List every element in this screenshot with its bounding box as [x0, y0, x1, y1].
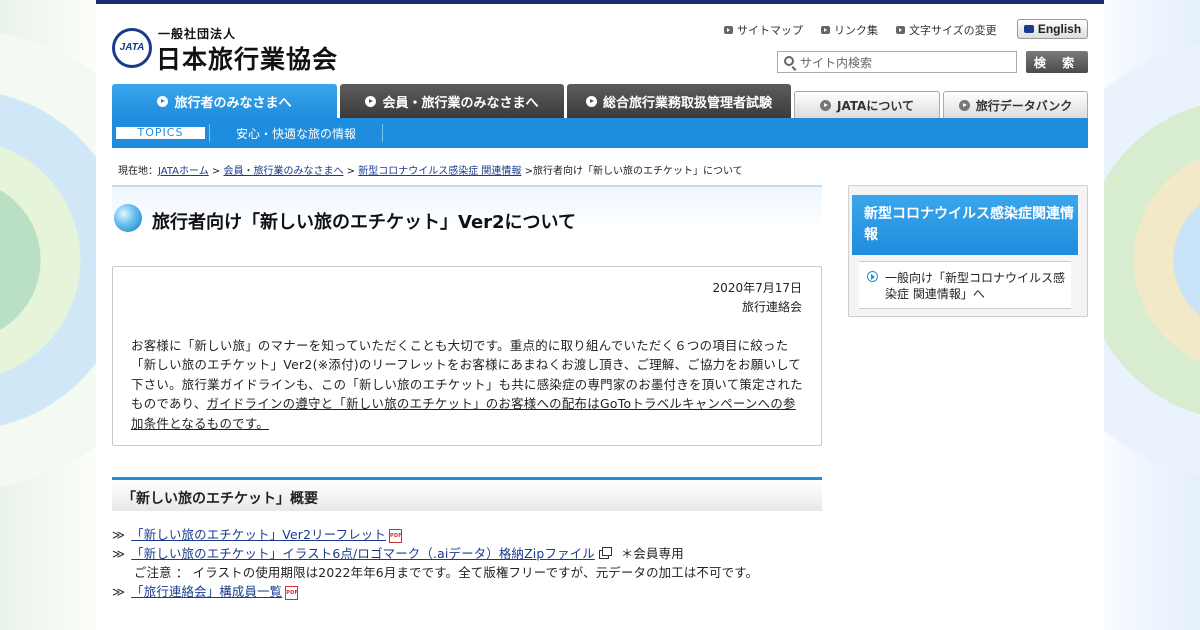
tab-about-jata[interactable]: JATAについて — [794, 91, 940, 118]
play-icon — [958, 99, 970, 111]
english-label: English — [1037, 22, 1082, 36]
page-container: JATA 一般社団法人 日本旅行業協会 サイトマップ リンク集 文字サイズの変更… — [96, 0, 1104, 630]
play-icon — [157, 95, 169, 107]
arrow-icon — [1023, 25, 1034, 33]
usage-notice: ご注意 ： イラストの使用期限は2022年年6月までです。全て版権フリーですが、… — [134, 565, 759, 580]
decorative-right-swirl — [1104, 0, 1200, 630]
sidebar-box: 新型コロナウイルス感染症関連情報 一般向け「新型コロナウイルス感染症 関連情報」… — [848, 185, 1088, 317]
breadcrumb-link-covid[interactable]: 新型コロナウイルス感染症 関連情報 — [358, 166, 521, 177]
breadcrumb-current: 旅行者向け「新しい旅のエチケット」について — [532, 166, 743, 177]
sub-nav: TOPICS 安心・快適な旅の情報 — [112, 118, 1088, 148]
sub-nav-link-safe-travel[interactable]: 安心・快適な旅の情報 — [236, 125, 356, 142]
article-body: 2020年7月17日 旅行連絡会 お客様に「新しい旅」のマナーを知っていただくこ… — [112, 266, 822, 446]
arrow-icon — [821, 26, 830, 34]
play-icon — [365, 95, 377, 107]
util-link-links[interactable]: リンク集 — [821, 22, 878, 38]
tab-label: 総合旅行業務取扱管理者試験 — [602, 95, 772, 111]
main-nav: 旅行者のみなさまへ 会員・旅行業のみなさまへ 総合旅行業務取扱管理者試験 JAT… — [112, 84, 1088, 118]
download-link-members-list[interactable]: 「旅行連絡会」構成員一覧 — [131, 584, 282, 599]
divider — [209, 124, 210, 142]
bullet: ≫ — [112, 584, 126, 599]
breadcrumb-link-home[interactable]: JATAホーム — [158, 166, 209, 177]
play-icon — [819, 99, 831, 111]
article-author: 旅行連絡会 — [741, 300, 802, 314]
sidebar-item-label: 一般向け「新型コロナウイルス感染症 関連情報」へ — [885, 271, 1066, 301]
download-link-zip[interactable]: 「新しい旅のエチケット」イラスト6点/ロゴマーク（.aiデータ）格納Zipファイ… — [131, 546, 595, 561]
pdf-icon: PDF — [388, 528, 402, 543]
sidebar-item-covid-info[interactable]: 一般向け「新型コロナウイルス感染症 関連情報」へ — [859, 261, 1071, 309]
util-link-label: 文字サイズの変更 — [909, 24, 997, 37]
arrow-icon — [724, 26, 733, 34]
article-date: 2020年7月17日 — [712, 281, 802, 295]
paragraph-underlined-text: ガイドラインの遵守と「新しい旅のエチケット」のお客様への配布はGoToトラベルキ… — [131, 396, 796, 431]
util-link-sitemap[interactable]: サイトマップ — [724, 22, 803, 38]
breadcrumb-prefix: 現在地： — [118, 166, 158, 177]
bullet: ≫ — [112, 546, 126, 561]
section-heading: 「新しい旅のエチケット」概要 — [112, 477, 822, 511]
article-paragraph: お客様に「新しい旅」のマナーを知っていただくことも大切です。重点的に取り組んでい… — [131, 336, 803, 433]
article-meta: 2020年7月17日 旅行連絡会 — [713, 279, 802, 317]
search-placeholder: サイト内検索 — [800, 55, 873, 70]
breadcrumb: 現在地：JATAホーム > 会員・旅行業のみなさまへ > 新型コロナウイルス感染… — [118, 166, 743, 177]
tab-label: 会員・旅行業のみなさまへ — [382, 95, 539, 111]
external-window-icon — [598, 547, 612, 559]
play-icon — [867, 271, 878, 282]
util-link-label: サイトマップ — [737, 24, 803, 37]
utility-links: サイトマップ リンク集 文字サイズの変更 — [724, 22, 997, 38]
download-item: ≫ 「旅行連絡会」構成員一覧 PDF — [112, 582, 299, 600]
bullet: ≫ — [112, 527, 126, 542]
logo-name: 日本旅行業協会 — [156, 45, 339, 74]
site-logo[interactable]: JATA 一般社団法人 日本旅行業協会 — [112, 24, 352, 74]
tab-members[interactable]: 会員・旅行業のみなさまへ — [340, 84, 564, 118]
search-button[interactable]: 検 索 — [1026, 51, 1088, 73]
tab-label: 旅行データバンク — [975, 98, 1073, 113]
util-link-label: リンク集 — [834, 24, 878, 37]
divider — [382, 124, 384, 142]
decorative-left-swirl — [0, 0, 96, 630]
globe-icon — [114, 204, 142, 232]
arrow-icon — [896, 26, 905, 34]
page-title-box: 旅行者向け「新しい旅のエチケット」Ver2について — [112, 185, 822, 249]
members-only-note: ＊会員専用 — [620, 546, 684, 561]
tab-label: JATAについて — [836, 98, 914, 113]
tab-travelers[interactable]: 旅行者のみなさまへ — [112, 84, 337, 118]
tab-exam[interactable]: 総合旅行業務取扱管理者試験 — [567, 84, 791, 118]
download-item: ≫ 「新しい旅のエチケット」Ver2リーフレット PDF — [112, 525, 402, 543]
search-input[interactable]: サイト内検索 — [777, 51, 1017, 73]
sidebar-heading: 新型コロナウイルス感染症関連情報 — [852, 195, 1078, 255]
download-link-leaflet[interactable]: 「新しい旅のエチケット」Ver2リーフレット — [131, 527, 386, 542]
util-link-font-size[interactable]: 文字サイズの変更 — [896, 22, 997, 38]
search-icon — [784, 56, 794, 66]
pdf-icon: PDF — [285, 585, 299, 600]
page-title: 旅行者向け「新しい旅のエチケット」Ver2について — [152, 212, 577, 233]
tab-data-bank[interactable]: 旅行データバンク — [943, 91, 1088, 118]
english-button[interactable]: English — [1017, 19, 1088, 39]
topics-label: TOPICS — [116, 127, 205, 139]
download-item: ≫ 「新しい旅のエチケット」イラスト6点/ロゴマーク（.aiデータ）格納Zipファ… — [112, 544, 684, 562]
play-icon — [585, 95, 597, 107]
jata-logo-mark: JATA — [112, 28, 152, 68]
tab-label: 旅行者のみなさまへ — [174, 95, 292, 111]
breadcrumb-link-members[interactable]: 会員・旅行業のみなさまへ — [223, 166, 343, 177]
